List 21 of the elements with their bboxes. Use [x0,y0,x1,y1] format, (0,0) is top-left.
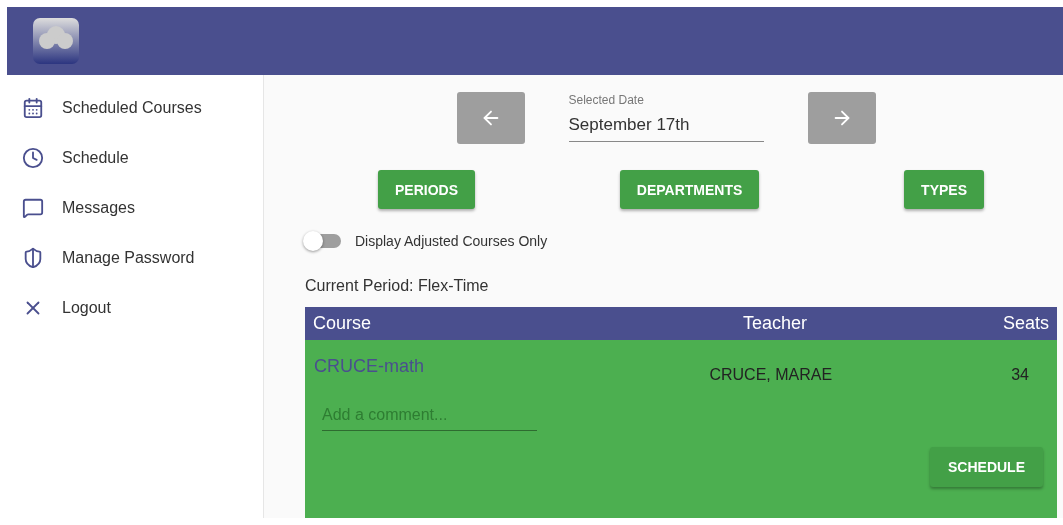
column-header: Course [313,313,372,334]
shield-icon [22,247,44,269]
calendar-icon [22,97,44,119]
current-period: Current Period: Flex-Time [305,277,490,295]
date-field[interactable]: Selected Date September 17th [568,92,764,142]
seats-cell: 34 [1011,366,1029,384]
sidebar-item[interactable]: Logout [7,283,263,333]
sidebar-item[interactable]: Messages [7,183,263,233]
previous-date-button[interactable] [456,92,525,144]
column-header: Teacher [742,313,807,334]
toggle-label: Display Adjusted Courses Only [355,233,548,249]
sidebar-item[interactable]: Scheduled Courses [7,83,263,133]
next-date-button[interactable] [807,92,876,144]
sidebar-item[interactable]: Manage Password [7,233,263,283]
sidebar-item[interactable]: Schedule [7,133,263,183]
column-header: Seats [1002,313,1049,334]
message-icon [22,197,44,219]
logo-icon [33,18,79,64]
teacher-cell: CRUCE, MARAE [709,366,833,384]
toggle-switch[interactable] [305,234,341,248]
clock-icon [22,147,44,169]
